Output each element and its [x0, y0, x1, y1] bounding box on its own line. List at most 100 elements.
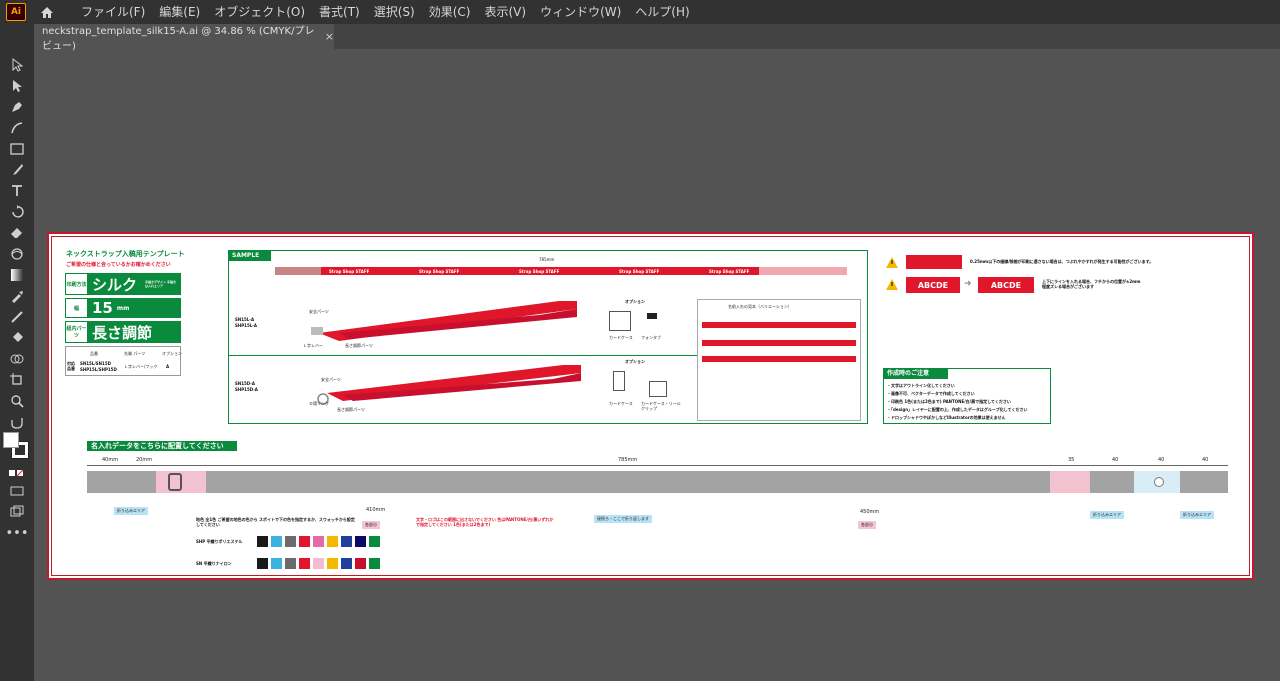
warning-1: 0.25mm以下の細線/隙間が印刷に適さない場合は、つぶれやかすれが発生する可能… [970, 259, 1154, 264]
tools-panel: ••• [0, 24, 34, 681]
eraser-icon[interactable] [6, 224, 28, 242]
blend-icon[interactable] [6, 308, 28, 326]
option-value: A [166, 364, 170, 369]
sample-strap-l [311, 301, 577, 341]
home-icon[interactable] [32, 0, 62, 24]
parts-value: Ｌ字レバー/フック [124, 364, 158, 369]
menu-item-view[interactable]: 表示(V) [477, 0, 533, 24]
fold-tag-right-b: 折り込みエリア [1180, 511, 1214, 519]
row2-part-2: 安全パーツ [321, 377, 341, 382]
option2-name-1: カードケース・リールクリップ [641, 401, 681, 411]
dim-40-a: 40 [1112, 457, 1119, 463]
note-item: ・ドロップシャドウやぼかしなどIllustratorの効果は使えません [887, 415, 1006, 420]
menu-item-file[interactable]: ファイル(F) [74, 0, 152, 24]
color-swatch[interactable] [257, 558, 268, 569]
color-swatch[interactable] [327, 558, 338, 569]
color-swatch[interactable] [355, 536, 366, 547]
col-header-option: オプション [162, 351, 182, 356]
paint-bucket-icon[interactable] [6, 329, 28, 347]
row-shp-label: SHP 平織りポリエステル [196, 539, 243, 544]
color-swatch[interactable] [299, 558, 310, 569]
variation-box: 名前入れの見本（バリエーション） [697, 299, 861, 421]
sample-strap-end [759, 267, 847, 275]
abc-sample-after: ABCDE [978, 277, 1034, 293]
row2-part-1: 長さ調節パーツ [337, 407, 365, 412]
menu-item-edit[interactable]: 編集(E) [152, 0, 207, 24]
notes-title: 作成時のご注意 [884, 369, 948, 379]
eyedropper-icon[interactable] [6, 287, 28, 305]
pen-icon[interactable] [6, 98, 28, 116]
clip-marker [168, 473, 182, 491]
width-value: 15 [92, 299, 113, 317]
dimension-line [87, 465, 1228, 466]
document-tab-bar: neckstrap_template_silk15-A.ai @ 34.86 %… [34, 24, 1280, 52]
color-swatch[interactable] [355, 558, 366, 569]
type-icon[interactable] [6, 182, 28, 200]
gradient-icon[interactable] [6, 266, 28, 284]
spec-label: 紐内パーツ [66, 322, 88, 342]
dim-20mm: 20mm [136, 457, 153, 463]
color-swatch[interactable] [285, 558, 296, 569]
draw-mode-icon[interactable] [6, 464, 28, 482]
dim-40-c: 40 [1202, 457, 1209, 463]
spec-label: 幅 [66, 299, 88, 317]
shape-builder-icon[interactable] [6, 350, 28, 368]
rotate-icon[interactable] [6, 203, 28, 221]
warning-icon [886, 279, 898, 290]
menu-bar: Ai ファイル(F) 編集(E) オブジェクト(O) 書式(T) 選択(S) 効… [0, 0, 1280, 24]
color-swatch[interactable] [271, 558, 282, 569]
color-swatch[interactable] [369, 536, 380, 547]
note-item: ・画像不可、ベクターデータで作成してください [887, 391, 975, 396]
menu-item-select[interactable]: 選択(S) [367, 0, 422, 24]
dim-785mm: 785mm [618, 457, 638, 463]
warning-icon [886, 257, 898, 268]
strap-text: Strap Shop STAFF [519, 269, 560, 274]
menu-item-window[interactable]: ウィンドウ(W) [533, 0, 628, 24]
compat-table: 対応品番 品番 先端 パーツ オプション SN15L/SN15D SHP15L/… [65, 346, 182, 376]
artboard-navigator-icon[interactable] [6, 502, 28, 520]
menu-item-help[interactable]: ヘルプ(H) [628, 0, 696, 24]
color-swatch[interactable] [299, 536, 310, 547]
strap-text: Strap Shop STAFF [329, 269, 370, 274]
spec-label: 印刷方法 [66, 274, 88, 294]
strap-text: Strap Shop STAFF [419, 269, 460, 274]
color-swatch[interactable] [313, 536, 324, 547]
menu-item-effect[interactable]: 効果(C) [422, 0, 478, 24]
color-swatch[interactable] [285, 536, 296, 547]
warp-icon[interactable] [6, 245, 28, 263]
color-swatch[interactable] [341, 558, 352, 569]
strap-text: Strap Shop STAFF [709, 269, 750, 274]
hand-icon[interactable] [6, 413, 28, 431]
menu-item-object[interactable]: オブジェクト(O) [207, 0, 312, 24]
color-swatch[interactable] [271, 536, 282, 547]
sample-strap-fold [275, 267, 321, 275]
document-tab[interactable]: neckstrap_template_silk15-A.ai @ 34.86 %… [34, 24, 334, 52]
curvature-icon[interactable] [6, 119, 28, 137]
selection-icon[interactable] [6, 56, 28, 74]
sample-strap-d [317, 365, 581, 405]
document-tab-title: neckstrap_template_silk15-A.ai @ 34.86 %… [42, 25, 315, 52]
spec-value: シルク 手描きデザイン 手描きは入れエリア [88, 274, 180, 294]
rectangle-icon[interactable] [6, 140, 28, 158]
color-swatch[interactable] [369, 558, 380, 569]
col-header-parts: 先端 パーツ [124, 351, 146, 356]
close-tab-icon[interactable]: × [325, 30, 334, 43]
color-swatch[interactable] [327, 536, 338, 547]
template-title: ネックストラップ入稿用テンプレート [66, 250, 185, 258]
thin-line-sample [906, 255, 962, 269]
spec-value: 長さ調節 [88, 322, 180, 342]
color-swatch[interactable] [313, 558, 324, 569]
color-swatch[interactable] [341, 536, 352, 547]
artboard-icon[interactable] [6, 371, 28, 389]
screen-mode-icon[interactable] [6, 482, 28, 500]
models-a: SN15L/SN15D [80, 361, 111, 366]
color-swatch[interactable] [257, 536, 268, 547]
sample-length: 785mm [539, 257, 555, 262]
fill-swatch[interactable] [3, 432, 19, 448]
paintbrush-icon[interactable] [6, 161, 28, 179]
zoom-icon[interactable] [6, 392, 28, 410]
menu-item-type[interactable]: 書式(T) [312, 0, 367, 24]
more-tools-icon[interactable]: ••• [6, 524, 29, 542]
direct-selection-icon[interactable] [6, 77, 28, 95]
fill-stroke-swatches[interactable] [3, 432, 31, 459]
